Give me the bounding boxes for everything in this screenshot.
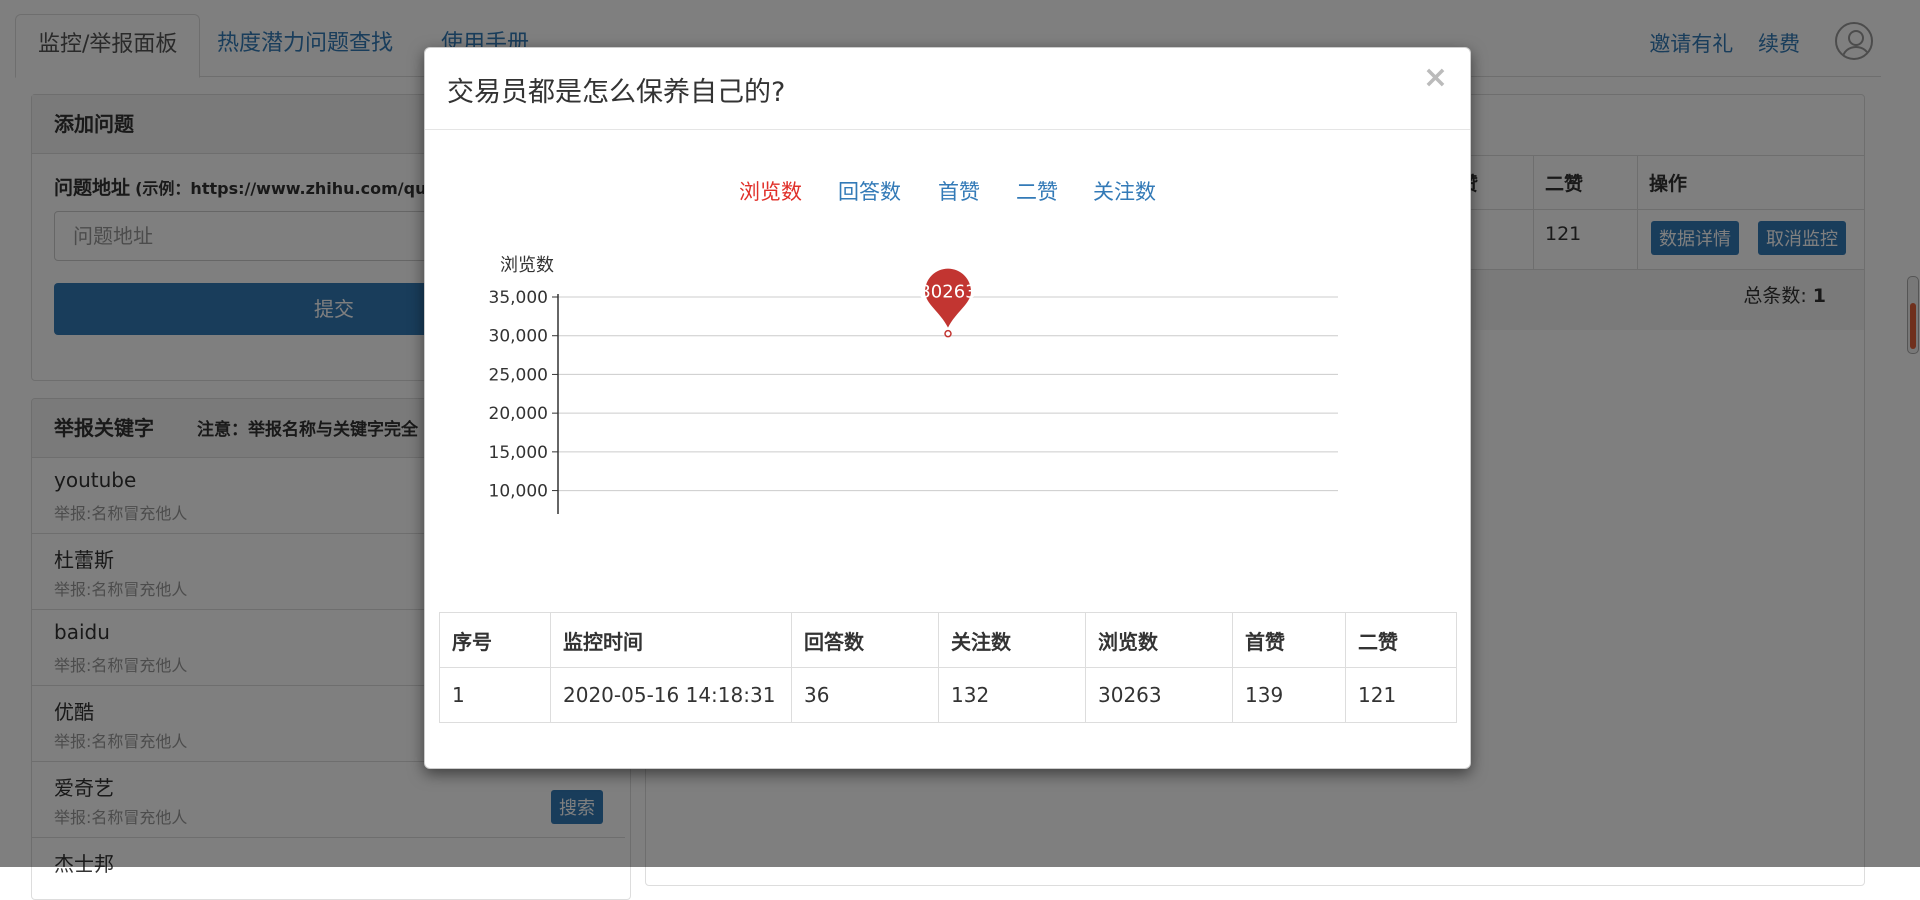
cell-monitor-time: 2020-05-16 14:18:31 bbox=[550, 667, 792, 723]
modal-divider bbox=[425, 129, 1470, 130]
y-axis-label: 浏览数 bbox=[500, 255, 554, 276]
th-followers: 关注数 bbox=[938, 612, 1086, 668]
y-tick-label: 15,000 bbox=[489, 443, 548, 463]
monitor-data-table: 序号 监控时间 回答数 关注数 浏览数 首赞 二赞 1 2020-05-16 1… bbox=[439, 612, 1457, 723]
th-answers: 回答数 bbox=[791, 612, 939, 668]
cell-second-like: 121 bbox=[1345, 667, 1457, 723]
y-tick-label: 10,000 bbox=[489, 482, 548, 502]
y-tick-label: 30,000 bbox=[489, 327, 548, 347]
th-monitor-time: 监控时间 bbox=[550, 612, 792, 668]
question-detail-modal: 交易员都是怎么保养自己的? × 浏览数 回答数 首赞 二赞 关注数 浏览数05,… bbox=[424, 47, 1471, 769]
modal-title: 交易员都是怎么保养自己的? bbox=[447, 77, 786, 108]
y-tick-label: 25,000 bbox=[489, 365, 548, 385]
views-chart: 浏览数05,00010,00015,00020,00025,00030,0003… bbox=[489, 255, 1338, 514]
cell-followers: 132 bbox=[938, 667, 1086, 723]
max-marker-label: 30263 bbox=[919, 282, 976, 303]
cell-index: 1 bbox=[439, 667, 551, 723]
th-index: 序号 bbox=[439, 612, 551, 668]
table-header-row: 序号 监控时间 回答数 关注数 浏览数 首赞 二赞 bbox=[439, 612, 1457, 668]
th-views: 浏览数 bbox=[1085, 612, 1233, 668]
th-second-like: 二赞 bbox=[1345, 612, 1457, 668]
cell-answers: 36 bbox=[791, 667, 939, 723]
y-tick-label: 20,000 bbox=[489, 404, 548, 424]
y-tick-label: 35,000 bbox=[489, 288, 548, 308]
data-point bbox=[944, 329, 952, 338]
close-icon[interactable]: × bbox=[1423, 60, 1448, 95]
cell-views: 30263 bbox=[1085, 667, 1233, 723]
table-row: 1 2020-05-16 14:18:31 36 132 30263 139 1… bbox=[439, 667, 1457, 723]
th-first-like: 首赞 bbox=[1232, 612, 1346, 668]
cell-first-like: 139 bbox=[1232, 667, 1346, 723]
